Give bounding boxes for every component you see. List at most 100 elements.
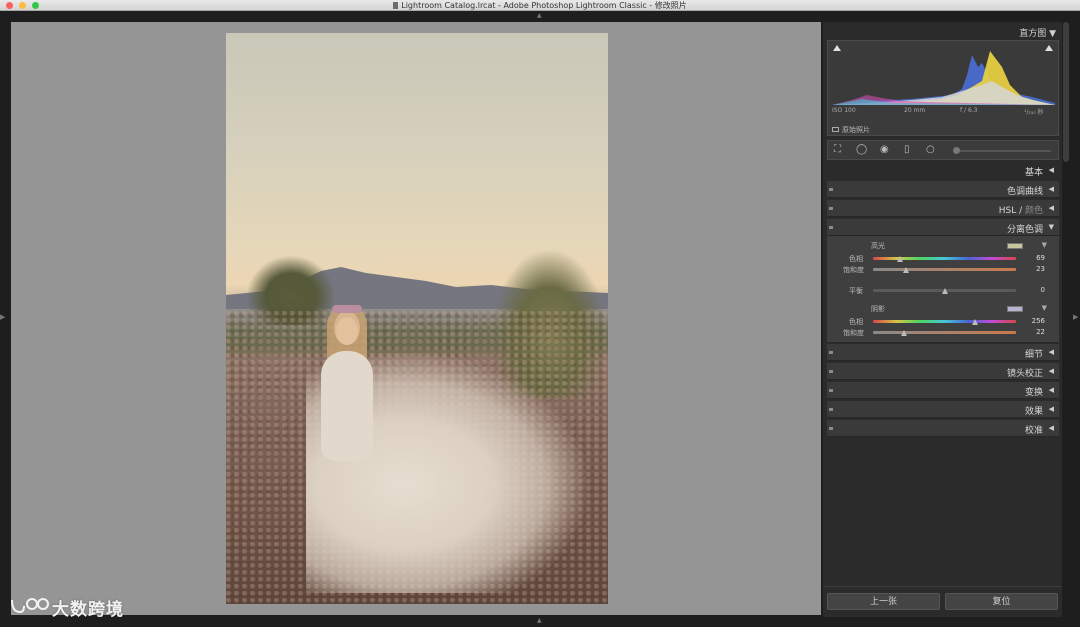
highlights-hue-value[interactable]: 69 (1036, 254, 1045, 262)
shadows-hue-value[interactable]: 256 (1032, 317, 1045, 325)
panel-switch-icon[interactable] (829, 188, 833, 191)
histogram-title[interactable]: 直方图 ▼ (1019, 26, 1056, 39)
collapse-arrow-icon[interactable]: ◀ (1049, 424, 1054, 432)
crop-icon[interactable]: ⛶ (834, 145, 841, 155)
panel-switch-icon[interactable] (829, 226, 833, 229)
highlights-sat-knob[interactable] (902, 267, 909, 273)
title-bar: Lightroom Catalog.lrcat - Adobe Photosho… (0, 0, 1080, 11)
right-panel-toggle-icon[interactable]: ▶ (1073, 313, 1078, 321)
highlights-hue-slider[interactable] (873, 257, 1016, 260)
window-title: Lightroom Catalog.lrcat - Adobe Photosho… (0, 0, 1080, 11)
radial-filter-icon[interactable]: ○ (926, 145, 935, 155)
panel-switch-icon[interactable] (829, 427, 833, 430)
shadows-hue-label: 色相 (849, 318, 863, 326)
shutter-readout: ¹/₂₅₀ 秒 (1024, 109, 1044, 116)
panel-switch-icon[interactable] (829, 207, 833, 210)
shadow-clipping-icon[interactable] (833, 45, 841, 51)
section-split-toning-label: 分离色调 (1006, 225, 1043, 235)
collapse-arrow-icon[interactable]: ◀ (1049, 185, 1054, 193)
panel-switch-icon[interactable] (829, 351, 833, 354)
highlights-label: 高光 (871, 242, 885, 250)
panel-switch-icon[interactable] (829, 408, 833, 411)
flower-crown (332, 305, 362, 313)
section-hsl-color[interactable]: HSL / 颜色 ◀ (827, 200, 1059, 217)
balance-label: 平衡 (849, 287, 863, 295)
balance-value[interactable]: 0 (1041, 286, 1045, 294)
highlights-hue-knob[interactable] (897, 256, 904, 262)
highlight-picker-icon[interactable]: ▼ (1042, 241, 1047, 249)
histogram-header[interactable]: 直方图 ▼ (823, 22, 1062, 40)
app-window: Lightroom Catalog.lrcat - Adobe Photosho… (0, 0, 1080, 627)
original-photo-toggle[interactable]: 原始照片 (832, 125, 870, 135)
shadow-color-swatch[interactable] (1007, 306, 1023, 312)
shadows-sat-value[interactable]: 22 (1036, 328, 1045, 336)
histogram-graph[interactable] (832, 45, 1055, 105)
collapse-arrow-icon[interactable]: ◀ (1049, 204, 1054, 212)
section-detail[interactable]: 细节 ◀ (827, 344, 1059, 361)
collapse-arrow-icon[interactable]: ◀ (1049, 166, 1054, 174)
highlights-sat-value[interactable]: 23 (1036, 265, 1045, 273)
section-calibration[interactable]: 校准 ◀ (827, 420, 1059, 437)
shadows-sat-slider[interactable] (873, 331, 1016, 334)
collapse-arrow-icon[interactable]: ◀ (1049, 386, 1054, 394)
section-basic[interactable]: 基本 ◀ (827, 162, 1059, 179)
top-panel-toggle-icon[interactable]: ▲ (537, 12, 542, 19)
highlight-clipping-icon[interactable] (1045, 45, 1053, 51)
spot-removal-icon[interactable]: ◯ (856, 145, 867, 155)
document-icon (393, 2, 399, 9)
tool-strip: ⛶ ◯ ◉ ▯ ○ (827, 140, 1059, 160)
section-tone-curve[interactable]: 色调曲线 ◀ (827, 181, 1059, 198)
panel-switch-icon[interactable] (829, 370, 833, 373)
section-lens-correction[interactable]: 镜头校正 ◀ (827, 363, 1059, 380)
watermark-text: 大数跨境 (52, 600, 124, 620)
collapse-arrow-icon[interactable]: ◀ (1049, 405, 1054, 413)
checkbox-icon[interactable] (832, 127, 839, 132)
section-lens-label: 镜头校正 (1006, 369, 1043, 379)
left-panel-toggle-icon[interactable]: ▶ (0, 313, 5, 321)
iso-readout: ISO 100 (832, 107, 856, 114)
highlight-color-swatch[interactable] (1007, 243, 1023, 249)
section-effects-label: 效果 (1024, 407, 1043, 417)
shadows-hue-knob[interactable] (971, 319, 978, 325)
panel-footer: 上一张 复位 (823, 586, 1062, 617)
expand-arrow-icon[interactable]: ▼ (1049, 223, 1054, 231)
reset-button[interactable]: 复位 (945, 593, 1058, 610)
brush-size-slider[interactable] (954, 150, 1051, 152)
focal-length-readout: 20 mm (904, 107, 926, 114)
highlights-hue-label: 色相 (849, 255, 863, 263)
graduated-filter-icon[interactable]: ▯ (904, 145, 910, 155)
shadows-hue-slider[interactable] (873, 320, 1016, 323)
panel-scrollbar[interactable] (1063, 22, 1069, 162)
photo-canvas[interactable] (11, 22, 821, 615)
shadows-label: 阴影 (871, 305, 885, 313)
bottom-panel-toggle-icon[interactable]: ▲ (537, 617, 542, 624)
highlights-sat-slider[interactable] (873, 268, 1016, 271)
window-title-text: Lightroom Catalog.lrcat - Adobe Photosho… (401, 1, 687, 10)
section-split-toning[interactable]: 分离色调 ▼ (827, 219, 1059, 236)
brush-size-knob[interactable] (953, 147, 960, 154)
red-eye-icon[interactable]: ◉ (880, 145, 889, 155)
section-transform[interactable]: 变换 ◀ (827, 382, 1059, 399)
shadows-sat-knob[interactable] (901, 330, 908, 336)
shadows-sat-label: 饱和度 (843, 329, 864, 337)
shadow-picker-icon[interactable]: ▼ (1042, 304, 1047, 312)
watermark-logo-icon (11, 598, 49, 614)
dress-bodice (321, 351, 373, 461)
panel-switch-icon[interactable] (829, 389, 833, 392)
section-detail-label: 细节 (1024, 350, 1043, 360)
collapse-arrow-icon[interactable]: ◀ (1049, 348, 1054, 356)
balance-knob[interactable] (941, 288, 948, 294)
face (336, 317, 358, 345)
section-hsl-label: HSL / 颜色 (998, 206, 1043, 216)
right-panel: 直方图 ▼ ISO 100 20 mm f / 6.3 ¹/₂₅₀ 秒 原始照片… (823, 22, 1062, 617)
split-toning-panel: 高光 ▼ 色相 69 饱和度 23 平衡 0 阴影 ▼ 色相 256 饱和度 2… (827, 236, 1059, 343)
histogram-panel[interactable]: ISO 100 20 mm f / 6.3 ¹/₂₅₀ 秒 原始照片 (827, 40, 1059, 136)
photo-preview[interactable] (226, 33, 608, 604)
aperture-readout: f / 6.3 (960, 107, 978, 114)
highlights-sat-label: 饱和度 (843, 266, 864, 274)
previous-button[interactable]: 上一张 (827, 593, 940, 610)
section-effects[interactable]: 效果 ◀ (827, 401, 1059, 418)
section-calibration-label: 校准 (1024, 426, 1043, 436)
section-tone-curve-label: 色调曲线 (1006, 187, 1043, 197)
collapse-arrow-icon[interactable]: ◀ (1049, 367, 1054, 375)
